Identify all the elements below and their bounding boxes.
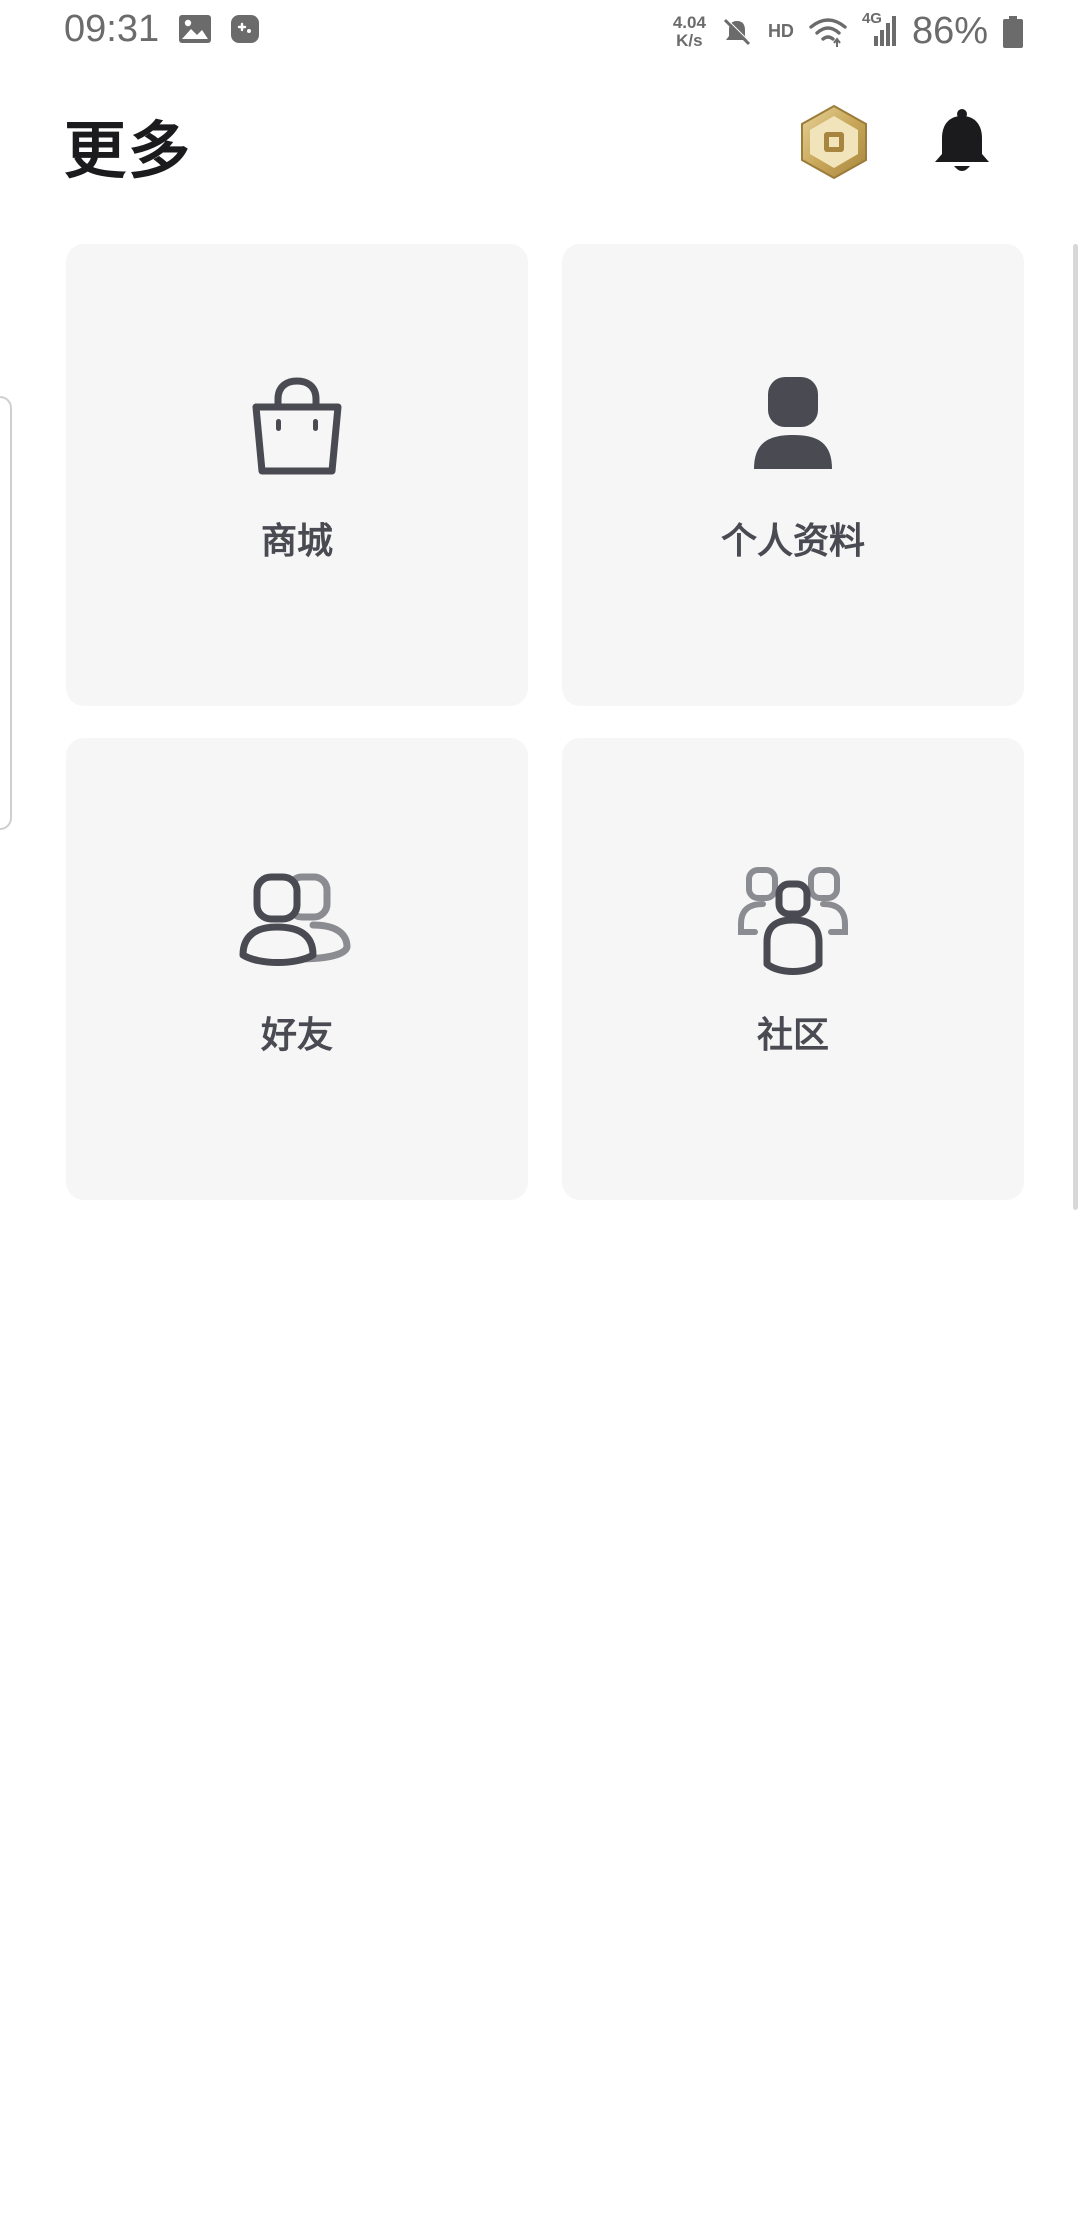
hd-label: HD — [767, 21, 794, 41]
bell-icon — [935, 109, 989, 171]
network-speed-unit: K/s — [676, 30, 703, 50]
robux-button[interactable] — [792, 100, 876, 184]
header: 更多 — [0, 80, 1080, 200]
status-time: 09:31 — [64, 8, 160, 50]
mute-icon — [720, 15, 754, 49]
shopping-bag-icon — [237, 366, 357, 486]
shop-tile-label: 商城 — [260, 521, 333, 562]
scrollbar[interactable] — [1073, 244, 1078, 1210]
notifications-button[interactable] — [920, 100, 1004, 184]
status-bar: 09:31 4.04 K/s HD 4G 86% — [0, 0, 1080, 64]
cellular-signal-icon: 4G — [862, 10, 898, 50]
groups-tile-label: 社区 — [756, 1015, 829, 1056]
profile-tile-label: 个人资料 — [720, 521, 865, 562]
edge-panel-handle[interactable] — [0, 396, 12, 830]
groups-icon — [733, 860, 853, 980]
wifi-icon — [808, 15, 848, 49]
battery-icon — [1002, 15, 1024, 49]
gallery-icon — [178, 14, 212, 44]
page-title: 更多 — [64, 114, 193, 187]
network-speed-value: 4.04 — [672, 12, 706, 32]
friends-tile[interactable]: 好友 — [66, 738, 528, 1200]
friends-icon — [237, 860, 357, 980]
robux-icon — [801, 104, 867, 180]
game-launcher-icon — [230, 14, 260, 44]
status-left-icons — [178, 14, 260, 44]
shop-tile[interactable]: 商城 — [66, 244, 528, 706]
network-speed: 4.04 K/s — [672, 12, 706, 50]
battery-percentage: 86% — [911, 10, 988, 52]
profile-tile[interactable]: 个人资料 — [562, 244, 1024, 706]
status-right-icons: 4.04 K/s HD 4G 86% — [673, 10, 1024, 53]
groups-tile[interactable]: 社区 — [562, 738, 1024, 1200]
profile-icon — [733, 366, 853, 486]
friends-tile-label: 好友 — [260, 1015, 333, 1056]
